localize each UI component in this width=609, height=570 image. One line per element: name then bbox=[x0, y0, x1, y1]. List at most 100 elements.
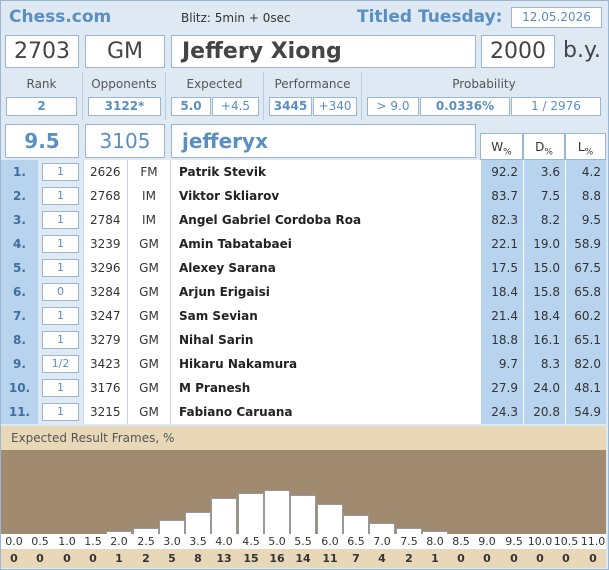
result-cell: 1 bbox=[38, 232, 83, 256]
frames-title: Expected Result Frames, % bbox=[1, 426, 606, 450]
total-score: 9.5 bbox=[5, 124, 79, 158]
table-row[interactable]: 5. 3296 GM Alexey Sarana 17.5 15.0 67.5 1 bbox=[1, 256, 606, 280]
table-row[interactable]: 6. 3284 GM Arjun Erigaisi 18.4 15.8 65.8 0 bbox=[1, 280, 606, 304]
probability-value: 0.0336% bbox=[420, 97, 510, 116]
frame-bar bbox=[264, 490, 290, 534]
frame-count: 4 bbox=[378, 552, 386, 565]
win-percent: 18.8 bbox=[480, 328, 523, 352]
game-result[interactable]: 0 bbox=[42, 283, 79, 301]
opponent-name[interactable]: Amin Tabatabaei bbox=[170, 232, 480, 256]
frame-x-label: 5.0 bbox=[268, 535, 286, 548]
game-result[interactable]: 1 bbox=[42, 211, 79, 229]
game-result[interactable]: 1 bbox=[42, 307, 79, 325]
win-header: W% bbox=[480, 133, 523, 160]
round-number: 2. bbox=[1, 184, 38, 208]
opponents-group: Opponents 3122* bbox=[83, 72, 166, 120]
player-rating: 2703 bbox=[5, 35, 79, 68]
probability-label: Probability bbox=[452, 77, 516, 91]
opponent-title: IM bbox=[127, 208, 170, 232]
game-result[interactable]: 1 bbox=[42, 379, 79, 397]
loss-percent: 58.9 bbox=[565, 232, 606, 256]
frame-x-label: 2.5 bbox=[137, 535, 155, 548]
win-percent: 9.7 bbox=[480, 352, 523, 376]
opponent-name[interactable]: Viktor Skliarov bbox=[170, 184, 480, 208]
opponent-name[interactable]: M Pranesh bbox=[170, 376, 480, 400]
opponent-title: GM bbox=[127, 280, 170, 304]
opponent-name[interactable]: Patrik Stevik bbox=[170, 160, 480, 184]
game-result[interactable]: 1 bbox=[42, 163, 79, 181]
result-cell: 1 bbox=[38, 400, 83, 424]
win-percent: 83.7 bbox=[480, 184, 523, 208]
opponent-rating: 3284 bbox=[83, 280, 127, 304]
expected-value: 5.0 bbox=[171, 97, 211, 116]
table-row[interactable]: 3. 2784 IM Angel Gabriel Cordoba Roa 82.3 8.2… bbox=[1, 208, 606, 232]
opponent-title: GM bbox=[127, 232, 170, 256]
frame-count: 0 bbox=[562, 552, 570, 565]
opponent-name[interactable]: Arjun Erigaisi bbox=[170, 280, 480, 304]
game-result[interactable]: 1 bbox=[42, 403, 79, 421]
game-result[interactable]: 1 bbox=[42, 235, 79, 253]
draw-percent: 3.6 bbox=[523, 160, 565, 184]
table-row[interactable]: 11. 3215 GM Fabiano Caruana 24.3 20.8 54.9 1 bbox=[1, 400, 606, 424]
win-percent: 27.9 bbox=[480, 376, 523, 400]
result-cell: 1 bbox=[38, 184, 83, 208]
loss-percent: 82.0 bbox=[565, 352, 606, 376]
frame-bar bbox=[343, 515, 369, 534]
frame-x-label: 0.5 bbox=[31, 535, 49, 548]
frame-count: 2 bbox=[142, 552, 150, 565]
game-result[interactable]: 1 bbox=[42, 259, 79, 277]
win-percent: 92.2 bbox=[480, 160, 523, 184]
draw-percent: 20.8 bbox=[523, 400, 565, 424]
win-percent: 18.4 bbox=[480, 280, 523, 304]
opponent-name[interactable]: Sam Sevian bbox=[170, 304, 480, 328]
opponent-name[interactable]: Hikaru Nakamura bbox=[170, 352, 480, 376]
expected-delta: +4.5 bbox=[212, 97, 259, 116]
win-header-unit: % bbox=[503, 147, 512, 158]
opponent-name[interactable]: Alexey Sarana bbox=[170, 256, 480, 280]
table-row[interactable]: 1. 2626 FM Patrik Stevik 92.2 3.6 4.2 1 bbox=[1, 160, 606, 184]
draw-header-label: D bbox=[535, 140, 545, 154]
result-cell: 1 bbox=[38, 376, 83, 400]
game-result[interactable]: 1 bbox=[42, 331, 79, 349]
frame-count: 8 bbox=[194, 552, 202, 565]
frame-count: 0 bbox=[483, 552, 491, 565]
table-row[interactable]: 4. 3239 GM Amin Tabatabaei 22.1 19.0 58.9 1 bbox=[1, 232, 606, 256]
frame-count: 15 bbox=[243, 552, 259, 565]
frame-count: 0 bbox=[63, 552, 71, 565]
table-row[interactable]: 10. 3176 GM M Pranesh 27.9 24.0 48.1 1 bbox=[1, 376, 606, 400]
frame-x-label: 3.5 bbox=[189, 535, 207, 548]
event-date[interactable]: 12.05.2026 bbox=[511, 7, 602, 28]
table-row[interactable]: 8. 3279 GM Nihal Sarin 18.8 16.1 65.1 1 bbox=[1, 328, 606, 352]
round-number: 1. bbox=[1, 160, 38, 184]
draw-percent: 18.4 bbox=[523, 304, 565, 328]
table-row[interactable]: 9. 3423 GM Hikaru Nakamura 9.7 8.3 82.0 1/2 bbox=[1, 352, 606, 376]
frame-bar bbox=[317, 504, 343, 534]
frame-count: 1 bbox=[431, 552, 439, 565]
result-cell: 1 bbox=[38, 208, 83, 232]
opponent-title: GM bbox=[127, 256, 170, 280]
win-percent: 82.3 bbox=[480, 208, 523, 232]
games-table: 1. 2626 FM Patrik Stevik 92.2 3.6 4.2 1 2. 2768 IM… bbox=[1, 160, 606, 424]
game-result[interactable]: 1/2 bbox=[42, 355, 79, 373]
opponent-rating: 3176 bbox=[83, 376, 127, 400]
win-percent: 24.3 bbox=[480, 400, 523, 424]
brand-logo[interactable]: Chess.com bbox=[9, 7, 111, 27]
loss-header-unit: % bbox=[584, 147, 594, 158]
win-percent: 22.1 bbox=[480, 232, 523, 256]
table-row[interactable]: 7. 3247 GM Sam Sevian 21.4 18.4 60.2 1 bbox=[1, 304, 606, 328]
opponent-name[interactable]: Angel Gabriel Cordoba Roa bbox=[170, 208, 480, 232]
username[interactable]: jefferyx bbox=[171, 124, 476, 158]
opponent-name[interactable]: Nihal Sarin bbox=[170, 328, 480, 352]
draw-percent: 8.2 bbox=[523, 208, 565, 232]
result-cell: 0 bbox=[38, 280, 83, 304]
rank-label: Rank bbox=[26, 77, 57, 91]
frame-bar bbox=[185, 512, 211, 534]
opponent-rating: 3239 bbox=[83, 232, 127, 256]
round-number: 5. bbox=[1, 256, 38, 280]
frame-count: 0 bbox=[10, 552, 18, 565]
opponent-name[interactable]: Fabiano Caruana bbox=[170, 400, 480, 424]
opponent-title: GM bbox=[127, 376, 170, 400]
performance-rating: 3105 bbox=[85, 124, 165, 158]
table-row[interactable]: 2. 2768 IM Viktor Skliarov 83.7 7.5 8.8 1 bbox=[1, 184, 606, 208]
game-result[interactable]: 1 bbox=[42, 187, 79, 205]
